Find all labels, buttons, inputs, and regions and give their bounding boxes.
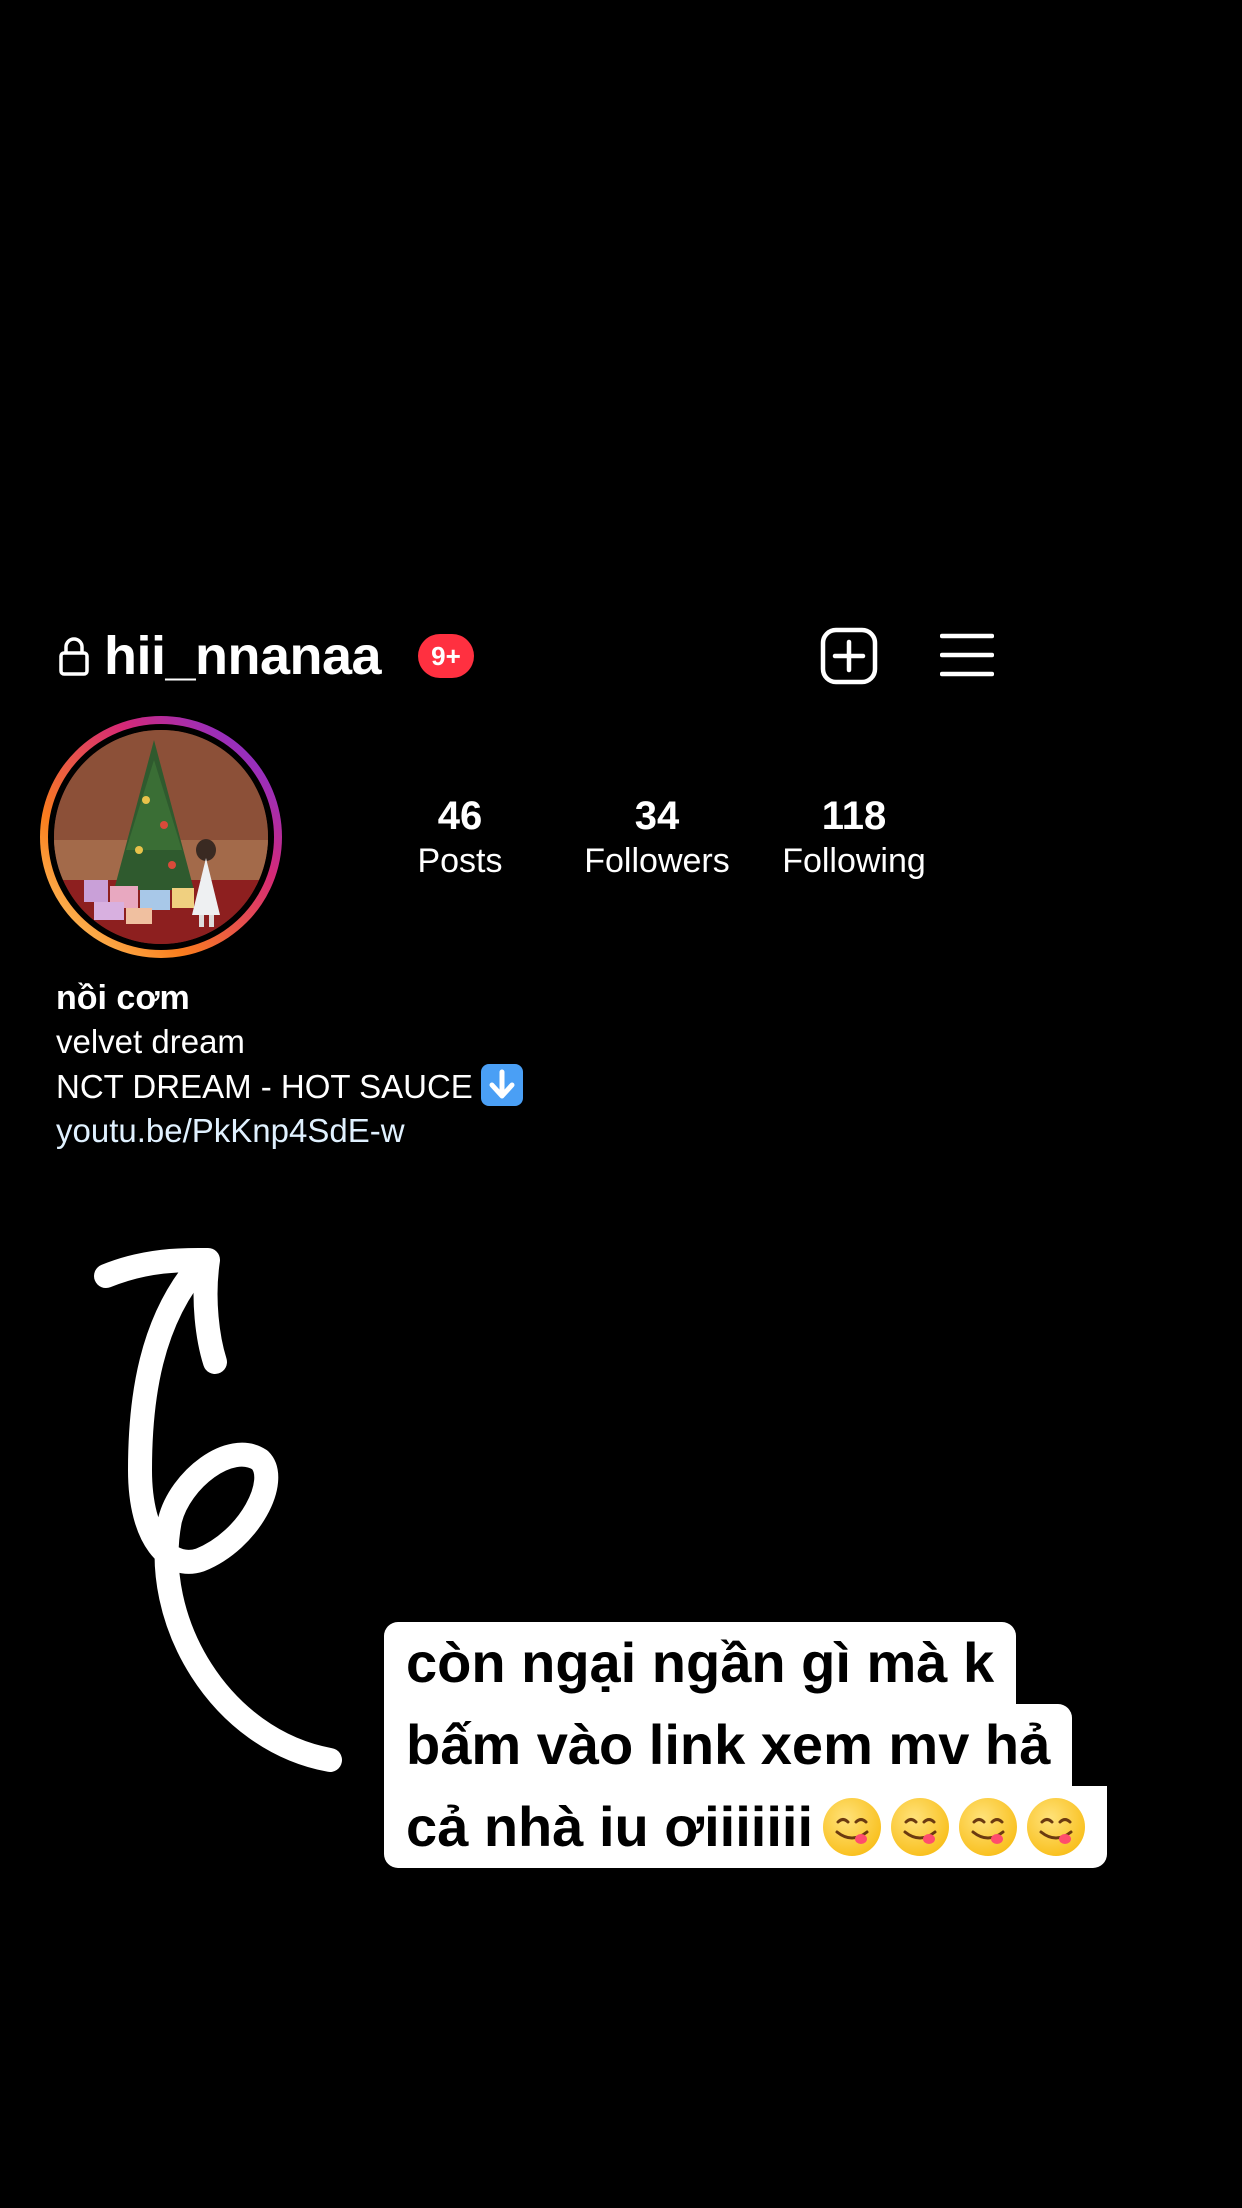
display-name: nồi cơm — [56, 979, 190, 1017]
down-arrow-emoji-icon — [480, 1064, 523, 1106]
avatar[interactable] — [54, 730, 268, 944]
caption-line-1: còn ngại ngần gì mà k — [384, 1622, 1017, 1704]
yum-face-emoji-icon — [823, 1798, 882, 1856]
caption-line-1-text: còn ngại ngần gì mà k — [406, 1631, 995, 1694]
profile-bio: nồi cơm velvet dream NCT DREAM - HOT SAU… — [56, 976, 523, 1153]
bio-line-2-text: NCT DREAM - HOT SAUCE — [56, 1068, 473, 1105]
hand-drawn-arrow — [94, 1247, 342, 1772]
following-label: Following — [782, 842, 926, 880]
yum-face-emoji-icon — [959, 1798, 1018, 1856]
bio-link[interactable]: youtu.be/PkKnp4SdE-w — [56, 1109, 523, 1153]
caption-line-3: cả nhà iu ơiiiiiii — [384, 1786, 1108, 1868]
create-post-button[interactable] — [820, 627, 878, 685]
menu-button[interactable] — [940, 630, 994, 680]
yum-face-emoji-icon — [1027, 1798, 1086, 1856]
yum-face-emoji-icon — [891, 1798, 950, 1856]
lock-icon — [59, 637, 89, 676]
bio-line-1: velvet dream — [56, 1023, 245, 1060]
followers-stat[interactable]: 34 Followers — [557, 794, 757, 882]
notification-badge[interactable]: 9+ — [418, 634, 474, 678]
bio-line-2: NCT DREAM - HOT SAUCE — [56, 1064, 523, 1109]
caption-line-2: bấm vào link xem mv hả — [384, 1704, 1073, 1786]
followers-label: Followers — [584, 842, 730, 880]
profile-username[interactable]: hii_nnanaa — [104, 622, 382, 690]
caption-line-2-text: bấm vào link xem mv hả — [406, 1713, 1051, 1776]
posts-stat[interactable]: 46 Posts — [360, 794, 560, 882]
followers-count: 34 — [634, 794, 680, 838]
posts-label: Posts — [417, 842, 503, 880]
posts-count: 46 — [437, 794, 483, 838]
following-stat[interactable]: 118 Following — [754, 794, 954, 882]
caption-line-3-text: cả nhà iu ơiiiiiii — [406, 1795, 814, 1858]
following-count: 118 — [821, 794, 887, 838]
